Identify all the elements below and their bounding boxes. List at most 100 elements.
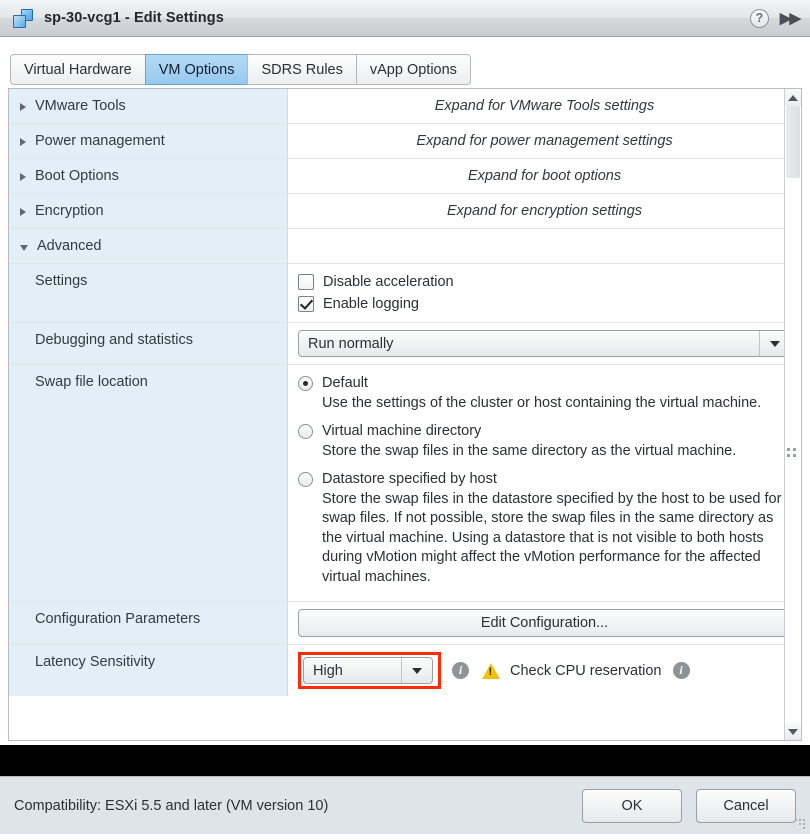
swap-vm-directory-title: Virtual machine directory [322, 423, 482, 439]
row-swap-file-location: Swap file location Default Use the setti… [9, 365, 801, 602]
swap-vm-directory-radio[interactable] [298, 424, 313, 439]
section-label: Power management [35, 133, 165, 149]
label-configuration-parameters: Configuration Parameters [9, 602, 288, 644]
resize-grip-icon[interactable] [795, 819, 808, 832]
swap-default-description: Use the settings of the cluster or host … [322, 394, 762, 411]
titlebar-actions: ? ▶▶ [749, 8, 801, 28]
debugging-dropdown[interactable]: Run normally [298, 330, 791, 357]
swap-datastore-host-radio[interactable] [298, 472, 313, 487]
cpu-reservation-info-icon[interactable]: i [672, 662, 690, 679]
row-settings: Settings Disable acceleration Enable log… [9, 264, 801, 323]
chevron-right-icon[interactable] [20, 138, 26, 146]
latency-info-icon[interactable]: i [452, 662, 469, 679]
row-configuration-parameters: Configuration Parameters Edit Configurat… [9, 602, 801, 645]
row-debugging-statistics: Debugging and statistics Run normally [9, 323, 801, 365]
warning-triangle-icon [482, 662, 500, 679]
cell-swap-file-options: Default Use the settings of the cluster … [288, 365, 801, 601]
cpu-reservation-warning-text: Check CPU reservation [510, 662, 662, 679]
dialog-title: sp-30-vcg1 - Edit Settings [44, 10, 224, 26]
section-header-vmware-tools[interactable]: VMware Tools [9, 89, 288, 123]
expand-chevrons-icon[interactable]: ▶▶ [780, 11, 801, 26]
disable-acceleration-label[interactable]: Disable acceleration [323, 274, 454, 290]
label-settings: Settings [9, 264, 288, 322]
radio-row-datastore-host[interactable]: Datastore specified by host Store the sw… [298, 470, 791, 587]
enable-logging-label[interactable]: Enable logging [323, 296, 419, 312]
scroll-up-arrow-icon[interactable] [785, 89, 801, 106]
expand-hint: Expand for boot options [467, 168, 622, 184]
cancel-button[interactable]: Cancel [696, 788, 796, 823]
row-boot-options: Boot Options Expand for boot options [9, 159, 801, 194]
cell-settings-checkboxes: Disable acceleration Enable logging [288, 264, 801, 322]
row-label: Debugging and statistics [35, 332, 193, 348]
row-power-management: Power management Expand for power manage… [9, 124, 801, 159]
scrollbar-thumb[interactable] [786, 106, 800, 178]
section-label: VMware Tools [35, 98, 126, 114]
chevron-right-icon[interactable] [20, 173, 26, 181]
enable-logging-checkbox[interactable] [298, 296, 314, 312]
scroll-down-arrow-icon[interactable] [785, 723, 801, 740]
section-header-boot-options[interactable]: Boot Options [9, 159, 288, 193]
section-label: Boot Options [35, 168, 119, 184]
compatibility-text: Compatibility: ESXi 5.5 and later (VM ve… [14, 797, 329, 814]
row-latency-sensitivity: Latency Sensitivity High i Check CPU res… [9, 645, 801, 696]
dialog-footer: Compatibility: ESXi 5.5 and later (VM ve… [0, 776, 810, 834]
debugging-dropdown-value: Run normally [308, 335, 394, 352]
cell-advanced-empty [288, 229, 801, 263]
swap-datastore-host-title: Datastore specified by host [322, 471, 497, 487]
swap-datastore-host-text: Datastore specified by host Store the sw… [322, 470, 791, 587]
edit-settings-dialog: sp-30-vcg1 - Edit Settings ? ▶▶ Virtual … [0, 0, 810, 840]
swap-default-text: Default Use the settings of the cluster … [322, 374, 761, 413]
help-icon[interactable]: ? [749, 8, 769, 28]
dialog-titlebar: sp-30-vcg1 - Edit Settings ? ▶▶ [0, 0, 810, 37]
tab-virtual-hardware[interactable]: Virtual Hardware [10, 54, 145, 85]
chevron-right-icon[interactable] [20, 103, 26, 111]
cell-debugging-select: Run normally [288, 323, 801, 364]
chevron-right-icon[interactable] [20, 208, 26, 216]
checkbox-row-enable-logging[interactable]: Enable logging [298, 296, 791, 312]
row-label: Settings [35, 273, 88, 289]
latency-sensitivity-value: High [313, 662, 343, 679]
section-label: Encryption [35, 203, 104, 219]
radio-row-vm-directory[interactable]: Virtual machine directory Store the swap… [298, 422, 791, 461]
swap-datastore-host-description: Store the swap files in the datastore sp… [322, 490, 782, 585]
chevron-down-icon[interactable] [401, 658, 432, 683]
swap-default-title: Default [322, 375, 368, 391]
label-swap-file-location: Swap file location [9, 365, 288, 601]
chevron-down-icon[interactable] [20, 245, 28, 251]
label-debugging-statistics: Debugging and statistics [9, 323, 288, 364]
settings-grid: VMware Tools Expand for VMware Tools set… [9, 89, 801, 740]
section-header-advanced[interactable]: Advanced [9, 229, 288, 263]
latency-sensitivity-dropdown[interactable]: High [303, 657, 433, 684]
tab-vapp-options[interactable]: vApp Options [355, 54, 471, 85]
splitter-grip-icon[interactable] [787, 448, 798, 459]
row-label: Swap file location [35, 374, 148, 390]
row-encryption: Encryption Expand for encryption setting… [9, 194, 801, 229]
radio-row-default[interactable]: Default Use the settings of the cluster … [298, 374, 791, 413]
scrollbar-track[interactable] [785, 106, 801, 723]
separator-band [0, 745, 810, 776]
disable-acceleration-checkbox[interactable] [298, 274, 314, 290]
vertical-scrollbar[interactable] [784, 89, 801, 740]
ok-button[interactable]: OK [582, 788, 682, 823]
expand-hint: Expand for encryption settings [446, 203, 643, 219]
swap-vm-directory-text: Virtual machine directory Store the swap… [322, 422, 736, 461]
tab-sdrs-rules[interactable]: SDRS Rules [247, 54, 356, 85]
tab-vm-options[interactable]: VM Options [144, 54, 248, 85]
swap-default-radio[interactable] [298, 376, 313, 391]
footer-buttons: OK Cancel [582, 788, 796, 823]
edit-configuration-button[interactable]: Edit Configuration... [298, 609, 791, 637]
settings-content: VMware Tools Expand for VMware Tools set… [8, 88, 802, 741]
tab-bar: Virtual Hardware VM Options SDRS Rules v… [0, 37, 810, 85]
expand-hint: Expand for VMware Tools settings [434, 98, 655, 114]
section-header-encryption[interactable]: Encryption [9, 194, 288, 228]
row-label: Configuration Parameters [35, 611, 201, 627]
cell-boot-options-hint: Expand for boot options [288, 159, 801, 193]
checkbox-row-disable-acceleration[interactable]: Disable acceleration [298, 274, 791, 290]
label-latency-sensitivity: Latency Sensitivity [9, 645, 288, 696]
section-label: Advanced [37, 238, 102, 254]
latency-controls: High i Check CPU reservation i [298, 652, 791, 689]
row-advanced: Advanced [9, 229, 801, 264]
section-header-power-management[interactable]: Power management [9, 124, 288, 158]
cell-vmware-tools-hint: Expand for VMware Tools settings [288, 89, 801, 123]
expand-hint: Expand for power management settings [416, 133, 673, 149]
